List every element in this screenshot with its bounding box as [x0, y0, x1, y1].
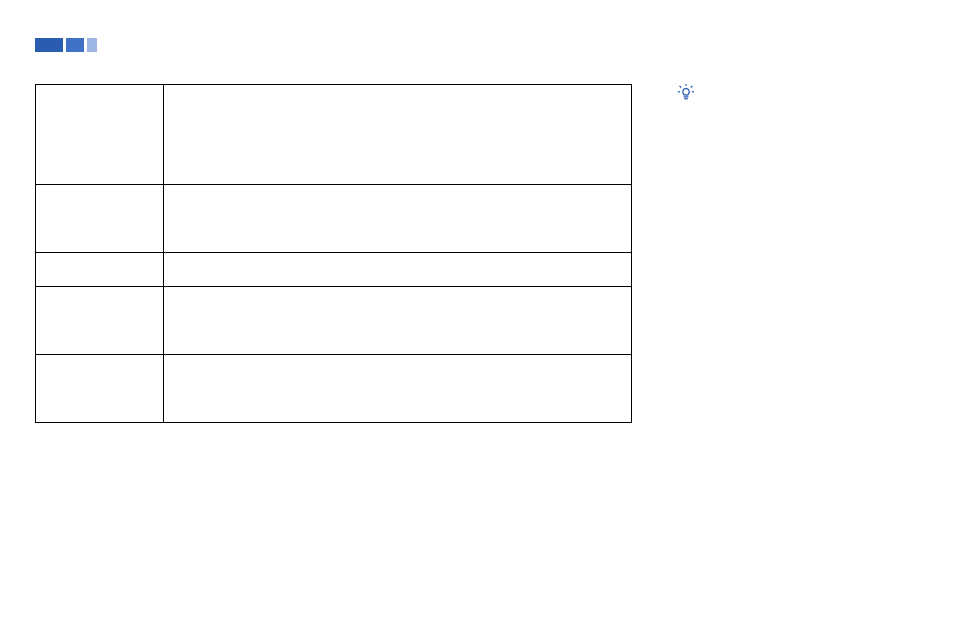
table-row [36, 185, 632, 253]
ornament-bar-1 [35, 38, 63, 52]
table-cell-key [36, 253, 164, 287]
definition-table [35, 84, 632, 423]
table-row [36, 85, 632, 185]
table-row [36, 287, 632, 355]
table-cell-value [163, 253, 631, 287]
ornament-bar-3 [87, 38, 97, 52]
ornament-bar-2 [66, 38, 84, 52]
lightbulb-icon [678, 84, 694, 102]
table-cell-value [163, 85, 631, 185]
table-cell-value [163, 355, 631, 423]
section-ornament [35, 38, 97, 52]
table-cell-key [36, 85, 164, 185]
table-cell-value [163, 185, 631, 253]
table-cell-key [36, 355, 164, 423]
table-cell-value [163, 287, 631, 355]
table-cell-key [36, 287, 164, 355]
table-row [36, 355, 632, 423]
table-cell-key [36, 185, 164, 253]
table-row [36, 253, 632, 287]
